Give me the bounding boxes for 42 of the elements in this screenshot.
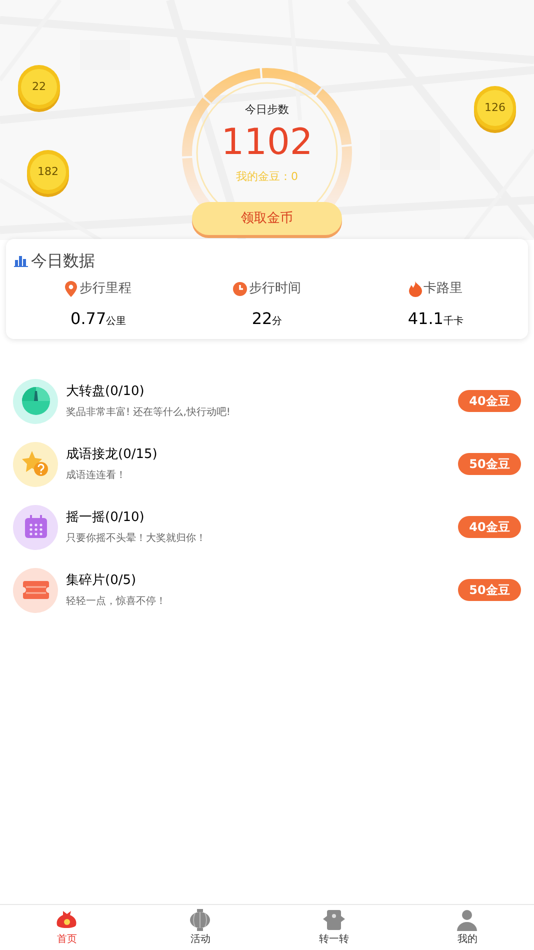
task-description: 轻轻一点，惊喜不停！ bbox=[66, 594, 167, 609]
lantern-icon bbox=[190, 908, 210, 930]
nav-tab[interactable]: 活动 bbox=[134, 905, 267, 950]
star-question-icon bbox=[13, 442, 58, 486]
stat-value: 41.1 bbox=[408, 308, 444, 330]
stat-label: 卡路里 bbox=[424, 280, 463, 298]
user-icon bbox=[457, 908, 478, 930]
nav-tab[interactable]: 我的 bbox=[400, 905, 534, 950]
task-title: 成语接龙(0/15) bbox=[66, 446, 158, 464]
nav-tab[interactable]: 转一转 bbox=[267, 905, 400, 950]
task-title: 集碎片(0/5) bbox=[66, 572, 138, 590]
reward-button[interactable]: 40金豆 bbox=[458, 390, 521, 412]
stat-unit: 公里 bbox=[106, 314, 126, 328]
stat-value: 0.77 bbox=[70, 308, 106, 330]
nav-tab[interactable]: 首页 bbox=[0, 905, 134, 950]
reward-button[interactable]: 50金豆 bbox=[458, 453, 521, 475]
reward-button[interactable]: 50金豆 bbox=[458, 579, 521, 601]
stat-unit: 千卡 bbox=[443, 314, 464, 328]
stat-unit: 分 bbox=[272, 314, 282, 328]
card-title: 今日数据 bbox=[31, 250, 95, 272]
box-icon bbox=[322, 908, 345, 930]
task-description: 只要你摇不头晕！大奖就归你！ bbox=[66, 532, 207, 546]
task-description: 奖品非常丰富! 还在等什么,快行动吧! bbox=[66, 406, 232, 420]
beans-balance-label: 我的金豆：0 bbox=[236, 168, 298, 184]
clock-icon bbox=[232, 282, 247, 296]
claim-coins-button[interactable]: 领取金币 bbox=[192, 202, 342, 235]
reward-button[interactable]: 40金豆 bbox=[458, 516, 521, 538]
stat-value: 22 bbox=[252, 308, 272, 330]
wheel-icon bbox=[13, 378, 58, 424]
steps-title: 今日步数 bbox=[245, 102, 289, 118]
task-title: 摇一摇(0/10) bbox=[66, 509, 146, 528]
steps-count: 1102 bbox=[221, 120, 313, 164]
stat-label: 步行里程 bbox=[79, 280, 132, 298]
money-bag-icon bbox=[56, 908, 78, 930]
calendar-icon bbox=[13, 504, 58, 550]
location-pin-icon bbox=[65, 280, 78, 297]
task-description: 成语连连看！ bbox=[66, 468, 127, 483]
task-title: 大转盘(0/10) bbox=[66, 383, 146, 402]
ticket-icon bbox=[13, 568, 58, 612]
stat-label: 步行时间 bbox=[248, 280, 301, 298]
bar-chart-icon bbox=[14, 255, 28, 267]
flame-icon bbox=[408, 280, 422, 297]
